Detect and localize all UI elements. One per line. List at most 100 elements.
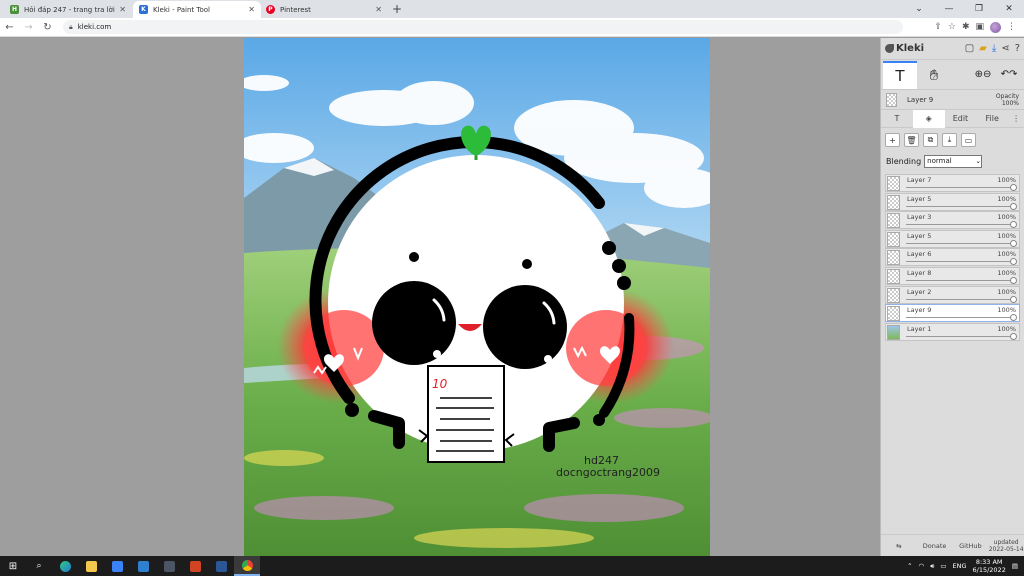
layer-item[interactable]: Layer 5 100% [885, 192, 1020, 211]
taskbar-camera[interactable] [156, 556, 182, 576]
github-link[interactable]: GitHub [953, 542, 989, 550]
reload-icon[interactable]: ↻ [38, 22, 57, 33]
layer-item[interactable]: Layer 1 100% [885, 322, 1020, 341]
layer-thumbnail [887, 324, 900, 340]
opacity-slider[interactable] [906, 224, 1013, 226]
restore-icon[interactable]: ❐ [964, 4, 994, 14]
tab-pinterest[interactable]: P Pinterest ✕ [260, 1, 388, 18]
forward-arrow-icon[interactable]: → [19, 22, 38, 33]
avatar[interactable] [990, 21, 1001, 33]
taskbar-word[interactable] [208, 556, 234, 576]
chevron-up-icon[interactable]: ⌃ [907, 562, 912, 570]
text-tool-button[interactable]: T [883, 60, 917, 89]
url-text: kleki.com [77, 23, 112, 31]
new-tab-button[interactable]: + [392, 2, 402, 16]
back-arrow-icon[interactable]: ← [0, 22, 19, 33]
clock[interactable]: 8:33 AM 6/15/2022 [973, 558, 1006, 574]
side-panel-icon[interactable]: ▣ [975, 22, 984, 32]
help-icon[interactable]: ? [1015, 43, 1020, 54]
layer-item[interactable]: Layer 8 100% [885, 266, 1020, 285]
hand-tool-button[interactable]: ✋︎ [917, 61, 951, 89]
camera-icon [163, 560, 175, 572]
new-image-icon[interactable]: ▢ [965, 43, 974, 54]
tab-hoidap[interactable]: H Hỏi đáp 247 - trang tra lời ✕ [4, 1, 132, 18]
opacity-slider-handle[interactable] [1010, 221, 1017, 229]
opacity-slider[interactable] [906, 279, 1013, 281]
taskbar-chrome[interactable] [234, 556, 260, 576]
chevron-down-icon[interactable]: ⌄ [904, 4, 934, 14]
opacity-slider-handle[interactable] [1010, 295, 1017, 303]
merge-down-button[interactable]: ⤓ [942, 133, 957, 147]
minimize-icon[interactable]: — [934, 4, 964, 14]
windows-taskbar: ⊞ ⌕ ⌃ ◠ 🔊︎ ▭ ENG 8:33 AM 6/15/2022 ▤ [0, 556, 1024, 576]
language-indicator[interactable]: ENG [952, 562, 966, 570]
opacity-slider[interactable] [906, 298, 1013, 300]
tab-text-settings[interactable]: T [881, 110, 913, 128]
opacity-slider-handle[interactable] [1010, 239, 1017, 247]
bookmark-star-icon[interactable]: ☆ [948, 22, 956, 32]
opacity-slider[interactable] [906, 335, 1013, 337]
donate-link[interactable]: Donate [917, 542, 953, 550]
notifications-icon[interactable]: ▤ [1012, 562, 1018, 570]
share-icon[interactable]: ⋖ [1001, 43, 1009, 54]
layer-actions: + 🗑︎ ⧉ ⤓ ▭ [881, 130, 1024, 150]
tab-layers[interactable]: ◈ [912, 109, 945, 128]
taskbar-powerpoint[interactable] [182, 556, 208, 576]
undo-redo-button[interactable]: ↶↷ [996, 61, 1022, 89]
artwork-illustration: 10 hd247 docngoctrang2009 [244, 38, 710, 556]
opacity-slider[interactable] [906, 261, 1013, 263]
layer-item[interactable]: Layer 6 100% [885, 248, 1020, 267]
add-layer-button[interactable]: + [885, 133, 900, 147]
rename-layer-button[interactable]: ▭ [961, 133, 976, 147]
kleki-logo[interactable]: Kleki [885, 43, 924, 54]
tab-file[interactable]: File [976, 110, 1008, 128]
opacity-slider-handle[interactable] [1010, 184, 1017, 191]
wifi-icon[interactable]: ◠ [919, 562, 925, 570]
opacity-slider-handle[interactable] [1010, 314, 1017, 322]
duplicate-layer-button[interactable]: ⧉ [923, 133, 938, 147]
opacity-slider-handle[interactable] [1010, 276, 1017, 284]
volume-icon[interactable]: 🔊︎ [930, 562, 934, 571]
layer-item[interactable]: Layer 5 100% [885, 229, 1020, 248]
taskbar-mail[interactable] [130, 556, 156, 576]
opacity-slider[interactable] [906, 317, 1013, 319]
download-icon[interactable]: ⤓ [992, 43, 996, 54]
opacity-slider-handle[interactable] [1010, 332, 1017, 340]
extensions-puzzle-icon[interactable]: ✱ [962, 22, 970, 32]
layer-item[interactable]: Layer 2 100% [885, 285, 1020, 304]
blending-select[interactable]: normal ⌄ [924, 154, 983, 168]
more-menu-icon[interactable]: ⋮ [1008, 110, 1024, 128]
tab-edit[interactable]: Edit [945, 110, 977, 128]
close-icon[interactable]: ✕ [375, 5, 382, 14]
swap-panel-icon[interactable]: ⇆ [881, 542, 917, 550]
lock-icon[interactable]: 🔒︎ [69, 23, 73, 32]
open-folder-icon[interactable]: ▰ [979, 43, 987, 54]
layer-item-selected[interactable]: Layer 9 100% [885, 304, 1020, 323]
opacity-slider[interactable] [906, 242, 1013, 244]
opacity-slider[interactable] [906, 187, 1013, 188]
search-button[interactable]: ⌕ [26, 556, 52, 576]
layer-item[interactable]: Layer 3 100% [885, 211, 1020, 230]
taskbar-explorer[interactable] [78, 556, 104, 576]
zoom-button[interactable]: ⊕⊖ [970, 61, 996, 89]
menu-dots-icon[interactable]: ⋮ [1007, 22, 1016, 32]
opacity-slider-handle[interactable] [1010, 202, 1017, 210]
taskbar-store[interactable] [104, 556, 130, 576]
drawing-canvas[interactable]: 10 hd247 docngoctrang2009 [244, 38, 710, 556]
url-field[interactable]: 🔒︎ kleki.com [63, 20, 903, 34]
taskbar-edge[interactable] [52, 556, 78, 576]
close-icon[interactable]: ✕ [248, 5, 255, 14]
delete-layer-button[interactable]: 🗑︎ [904, 133, 919, 147]
opacity-slider[interactable] [906, 205, 1013, 207]
layer-item[interactable]: Layer 7 100% [885, 174, 1020, 192]
tab-kleki[interactable]: K Kleki - Paint Tool ✕ [133, 1, 261, 18]
layer-list: Layer 7 100% Layer 5 100% Layer 3 100% Laye… [881, 174, 1024, 341]
close-icon[interactable]: ✕ [119, 5, 126, 14]
word-icon [215, 560, 227, 572]
opacity-slider-handle[interactable] [1010, 258, 1017, 266]
canvas-workspace[interactable]: 10 hd247 docngoctrang2009 [0, 38, 880, 556]
share-icon[interactable]: ⇪ [934, 22, 942, 32]
start-button[interactable]: ⊞ [0, 556, 26, 576]
close-window-icon[interactable]: ✕ [994, 4, 1024, 14]
battery-icon[interactable]: ▭ [940, 562, 946, 570]
